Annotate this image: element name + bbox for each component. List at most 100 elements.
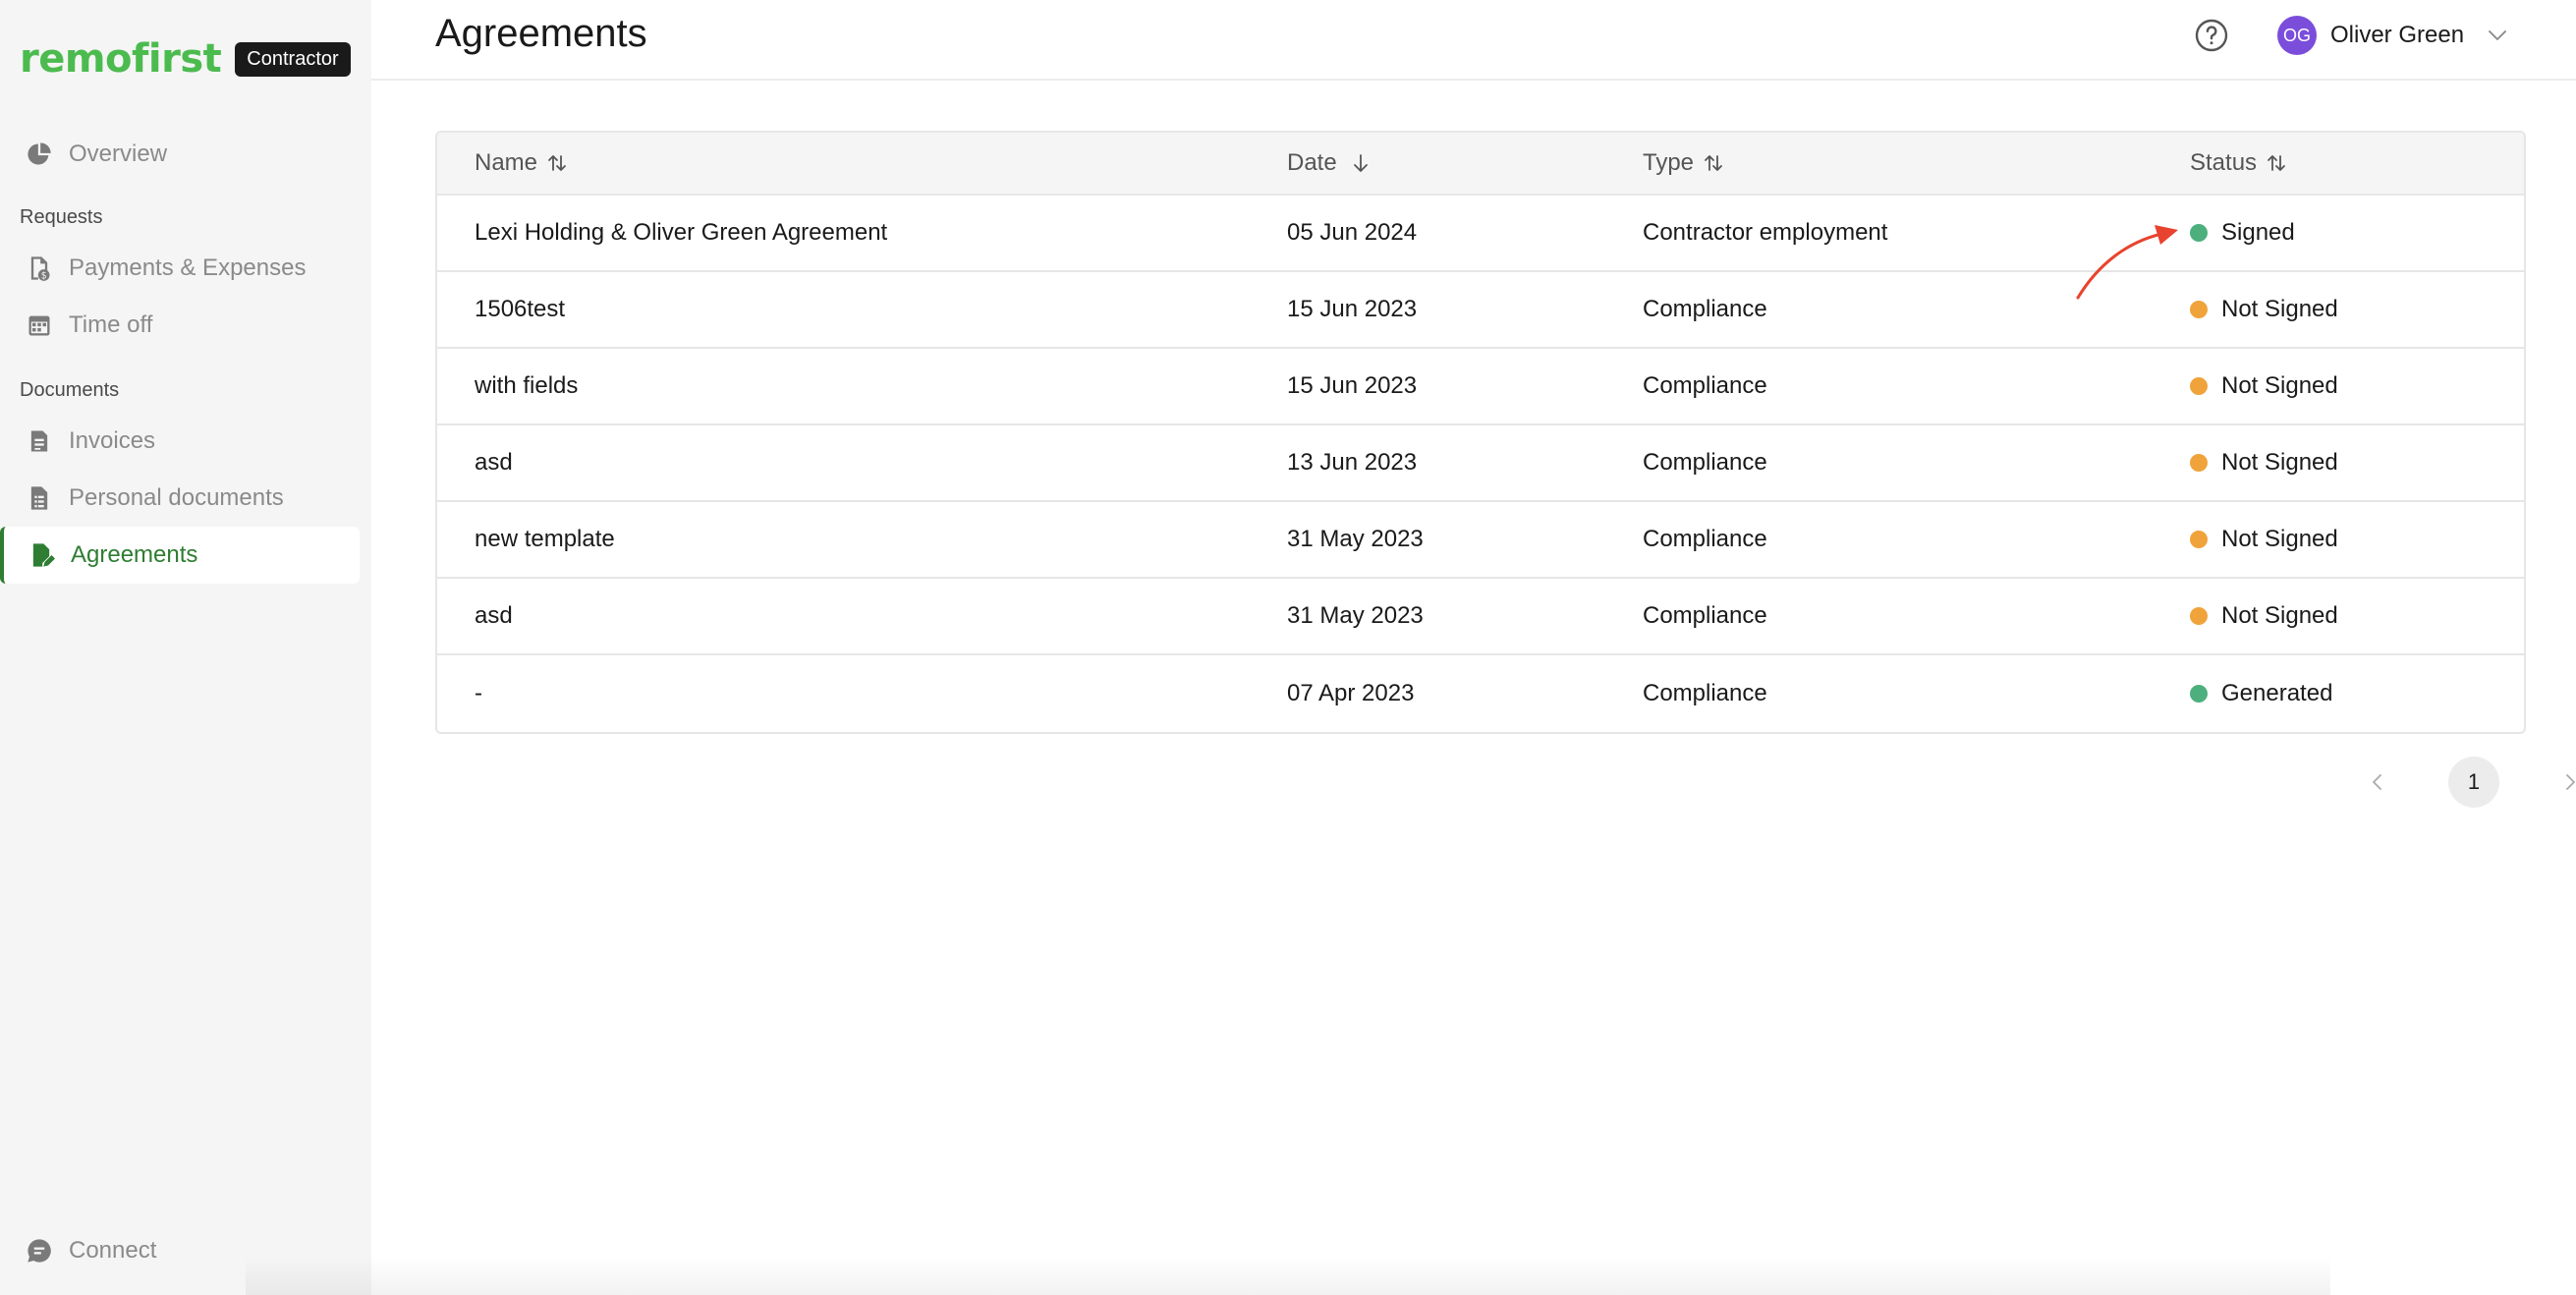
previous-page-button[interactable] [2358,762,2397,802]
arrow-down-icon [1353,154,1368,172]
column-header-status[interactable]: Status [2190,149,2288,177]
sort-icon [1705,155,1722,171]
column-header-name[interactable]: Name [475,149,569,177]
cell-date: 05 Jun 2024 [1287,219,1418,246]
sidebar: remofirst Contractor Overview Requests $… [0,0,371,1295]
column-header-date[interactable]: Date [1287,149,1372,177]
cell-status: Signed [2190,219,2295,247]
cell-name: Lexi Holding & Oliver Green Agreement [475,219,888,246]
column-header-label: Name [475,149,538,176]
table-row[interactable]: - 07 Apr 2023 Compliance Generated [437,655,2524,732]
cell-type: Compliance [1643,602,1767,629]
section-label-requests: Requests [20,206,103,228]
cell-date: 15 Jun 2023 [1287,372,1418,399]
table-row[interactable]: Lexi Holding & Oliver Green Agreement 05… [437,196,2524,272]
cell-status: Generated [2190,680,2332,707]
pagination: 1 [2358,757,2576,808]
status-label: Not Signed [2221,526,2338,552]
cell-date: 31 May 2023 [1287,526,1424,552]
cell-name: asd [475,449,513,476]
cell-name: - [475,680,482,706]
role-badge: Contractor [235,41,351,77]
next-page-button[interactable] [2550,762,2576,802]
table-row[interactable]: new template 31 May 2023 Compliance Not … [437,502,2524,579]
column-header-label: Date [1287,149,1337,176]
help-icon[interactable] [2194,18,2229,53]
cell-type: Compliance [1643,526,1767,552]
status-dot [2190,454,2208,472]
table-row[interactable]: with fields 15 Jun 2023 Compliance Not S… [437,349,2524,425]
table-row[interactable]: asd 13 Jun 2023 Compliance Not Signed [437,425,2524,502]
brand: remofirst Contractor [20,35,351,83]
status-label: Signed [2221,219,2295,246]
pie-chart-icon [26,141,53,168]
sidebar-item-personal-documents[interactable]: Personal documents [0,470,360,527]
user-name: Oliver Green [2330,22,2465,48]
sidebar-item-label: Agreements [71,541,198,568]
cell-name: 1506test [475,296,566,322]
agreement-signature-icon [28,541,55,569]
bottom-shadow [246,1256,2330,1295]
column-header-label: Status [2190,149,2258,176]
user-menu[interactable]: OG Oliver Green [2277,16,2509,55]
cell-status: Not Signed [2190,372,2338,400]
cell-name: with fields [475,372,579,399]
status-dot [2190,607,2208,625]
invoice-icon [26,427,53,455]
cell-date: 07 Apr 2023 [1287,680,1415,706]
payment-document-icon: $ [26,254,53,282]
cell-type: Contractor employment [1643,219,1888,246]
sort-icon [2268,155,2285,171]
page-title: Agreements [435,12,647,55]
status-dot [2190,377,2208,395]
cell-status: Not Signed [2190,602,2338,630]
sort-icon [548,155,566,171]
sidebar-item-overview[interactable]: Overview [0,126,360,183]
status-dot [2190,685,2208,703]
document-icon [26,484,53,512]
sidebar-item-label: Personal documents [69,484,284,511]
cell-date: 31 May 2023 [1287,602,1424,629]
status-label: Not Signed [2221,449,2338,476]
cell-status: Not Signed [2190,526,2338,553]
sidebar-item-time-off[interactable]: Time off [0,297,360,354]
sidebar-item-label: Time off [69,311,153,338]
status-label: Generated [2221,680,2333,706]
sidebar-item-invoices[interactable]: Invoices [0,413,360,470]
status-label: Not Signed [2221,296,2338,322]
sidebar-item-label: Overview [69,141,168,167]
table-header: Name Date Type Status [437,133,2524,196]
table-row[interactable]: 1506test 15 Jun 2023 Compliance Not Sign… [437,272,2524,349]
sidebar-item-payments[interactable]: $ Payments & Expenses [0,240,360,297]
status-dot [2190,531,2208,548]
top-header: Agreements OG Oliver Green [371,0,2576,81]
status-dot [2190,301,2208,318]
cell-type: Compliance [1643,449,1767,476]
cell-status: Not Signed [2190,449,2338,477]
cell-type: Compliance [1643,680,1767,706]
sidebar-item-agreements[interactable]: Agreements [0,527,360,584]
chevron-right-icon [2566,774,2575,790]
svg-text:$: $ [41,271,47,282]
logo[interactable]: remofirst [20,36,222,82]
status-label: Not Signed [2221,602,2338,629]
column-header-label: Type [1643,149,1695,176]
sidebar-item-label: Payments & Expenses [69,254,307,281]
section-label-documents: Documents [20,379,120,401]
cell-type: Compliance [1643,296,1767,322]
calendar-icon [26,311,53,339]
status-dot [2190,224,2208,242]
page-button[interactable]: 1 [2448,757,2499,808]
chat-icon [26,1237,53,1265]
cell-date: 13 Jun 2023 [1287,449,1418,476]
column-header-type[interactable]: Type [1643,149,1725,177]
status-label: Not Signed [2221,372,2338,399]
agreements-table: Name Date Type Status Lexi Holding & Oli… [435,131,2526,734]
cell-type: Compliance [1643,372,1767,399]
table-row[interactable]: asd 31 May 2023 Compliance Not Signed [437,579,2524,655]
cell-name: asd [475,602,513,629]
cell-date: 15 Jun 2023 [1287,296,1418,322]
avatar: OG [2277,16,2317,55]
cell-name: new template [475,526,615,552]
sidebar-item-label: Connect [69,1237,157,1264]
